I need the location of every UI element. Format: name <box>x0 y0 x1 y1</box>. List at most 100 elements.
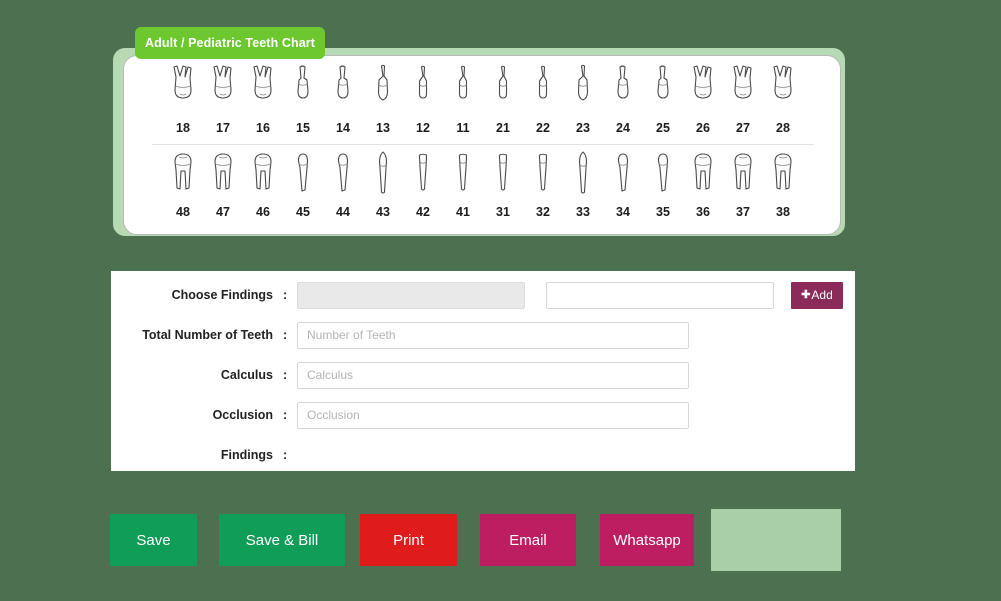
tooth-22[interactable]: 22 <box>523 64 563 135</box>
tooth-14[interactable]: 14 <box>323 64 363 135</box>
tooth-number-label: 33 <box>576 205 590 219</box>
tooth-38[interactable]: 38 <box>763 148 803 219</box>
tooth-31[interactable]: 31 <box>483 148 523 219</box>
tooth-icon-48 <box>166 148 200 198</box>
tooth-28[interactable]: 28 <box>763 64 803 135</box>
tooth-45[interactable]: 45 <box>283 148 323 219</box>
tooth-41[interactable]: 41 <box>443 148 483 219</box>
tooth-number-label: 21 <box>496 121 510 135</box>
label-findings: Findings <box>220 448 273 462</box>
tooth-icon-13 <box>366 64 400 114</box>
tooth-number-label: 43 <box>376 205 390 219</box>
tooth-35[interactable]: 35 <box>643 148 683 219</box>
tooth-43[interactable]: 43 <box>363 148 403 219</box>
tooth-42[interactable]: 42 <box>403 148 443 219</box>
tooth-number-label: 38 <box>776 205 790 219</box>
tooth-icon-43 <box>366 148 400 198</box>
save-and-bill-button[interactable]: Save & Bill <box>219 514 345 566</box>
action-button-bar: Save Save & Bill Print Email Whatsapp Da… <box>0 505 1001 585</box>
choose-findings-select[interactable] <box>297 281 525 309</box>
tooth-number-label: 36 <box>696 205 710 219</box>
tooth-11[interactable]: 11 <box>443 64 483 135</box>
tooth-number-label: 48 <box>176 205 190 219</box>
findings-form-panel: Choose Findings : ✚ Add Total Number of … <box>111 271 855 471</box>
tooth-27[interactable]: 27 <box>723 64 763 135</box>
save-button[interactable]: Save <box>110 514 197 566</box>
tooth-number-label: 32 <box>536 205 550 219</box>
total-number-of-teeth-input[interactable] <box>297 321 689 349</box>
occlusion-input[interactable] <box>297 401 689 429</box>
form-row-calculus: Calculus : <box>111 355 855 395</box>
print-button[interactable]: Print <box>360 514 457 566</box>
add-button-label: Add <box>811 288 833 302</box>
tooth-icon-27 <box>726 64 760 114</box>
tooth-number-label: 45 <box>296 205 310 219</box>
tooth-23[interactable]: 23 <box>563 64 603 135</box>
add-finding-button[interactable]: ✚ Add <box>791 281 843 309</box>
tooth-number-label: 11 <box>456 121 470 135</box>
tooth-36[interactable]: 36 <box>683 148 723 219</box>
tooth-number-label: 15 <box>296 121 310 135</box>
tooth-32[interactable]: 32 <box>523 148 563 219</box>
tooth-12[interactable]: 12 <box>403 64 443 135</box>
tooth-number-label: 42 <box>416 205 430 219</box>
tooth-26[interactable]: 26 <box>683 64 723 135</box>
tooth-icon-33 <box>566 148 600 198</box>
tooth-17[interactable]: 17 <box>203 64 243 135</box>
tooth-34[interactable]: 34 <box>603 148 643 219</box>
tooth-24[interactable]: 24 <box>603 64 643 135</box>
tooth-icon-34 <box>606 148 640 198</box>
tooth-icon-14 <box>326 64 360 114</box>
form-row-occlusion: Occlusion : <box>111 395 855 435</box>
tooth-37[interactable]: 37 <box>723 148 763 219</box>
tooth-25[interactable]: 25 <box>643 64 683 135</box>
tooth-icon-11 <box>446 64 480 114</box>
colon-total-teeth: : <box>283 328 288 342</box>
tooth-icon-15 <box>286 64 320 114</box>
tooth-16[interactable]: 16 <box>243 64 283 135</box>
tooth-icon-26 <box>686 64 720 114</box>
tooth-icon-44 <box>326 148 360 198</box>
tooth-icon-31 <box>486 148 520 198</box>
tab-adult-pediatric-teeth-chart[interactable]: Adult / Pediatric Teeth Chart <box>135 27 325 59</box>
tooth-33[interactable]: 33 <box>563 148 603 219</box>
teeth-chart-card: 18 17 16 15 14 13 12 11 21 22 23 24 25 26 27 28 48 47 46 4… <box>123 55 841 235</box>
tooth-number-label: 23 <box>576 121 590 135</box>
plus-icon: ✚ <box>801 288 811 301</box>
tooth-18[interactable]: 18 <box>163 64 203 135</box>
tooth-number-label: 27 <box>736 121 750 135</box>
tooth-number-label: 24 <box>616 121 630 135</box>
tooth-number-label: 17 <box>216 121 230 135</box>
tooth-icon-24 <box>606 64 640 114</box>
email-button[interactable]: Email <box>480 514 576 566</box>
tooth-number-label: 46 <box>256 205 270 219</box>
findings-secondary-input[interactable] <box>546 281 774 309</box>
dashboard-button-highlight <box>711 509 841 571</box>
colon-choose-findings: : <box>283 288 288 302</box>
tooth-number-label: 34 <box>616 205 630 219</box>
tooth-13[interactable]: 13 <box>363 64 403 135</box>
tooth-number-label: 37 <box>736 205 750 219</box>
tooth-number-label: 22 <box>536 121 550 135</box>
tooth-number-label: 14 <box>336 121 350 135</box>
tooth-47[interactable]: 47 <box>203 148 243 219</box>
tooth-icon-23 <box>566 64 600 114</box>
label-total-number-of-teeth: Total Number of Teeth <box>142 328 273 342</box>
tooth-21[interactable]: 21 <box>483 64 523 135</box>
tooth-number-label: 28 <box>776 121 790 135</box>
calculus-input[interactable] <box>297 361 689 389</box>
tooth-46[interactable]: 46 <box>243 148 283 219</box>
tooth-44[interactable]: 44 <box>323 148 363 219</box>
tooth-icon-16 <box>246 64 280 114</box>
whatsapp-button[interactable]: Whatsapp <box>600 514 694 566</box>
tooth-15[interactable]: 15 <box>283 64 323 135</box>
tooth-icon-36 <box>686 148 720 198</box>
form-row-findings: Findings : <box>111 435 855 475</box>
tooth-number-label: 31 <box>496 205 510 219</box>
teeth-row-divider <box>152 144 814 145</box>
tooth-icon-12 <box>406 64 440 114</box>
tooth-48[interactable]: 48 <box>163 148 203 219</box>
tooth-icon-47 <box>206 148 240 198</box>
tooth-number-label: 25 <box>656 121 670 135</box>
tooth-number-label: 16 <box>256 121 270 135</box>
